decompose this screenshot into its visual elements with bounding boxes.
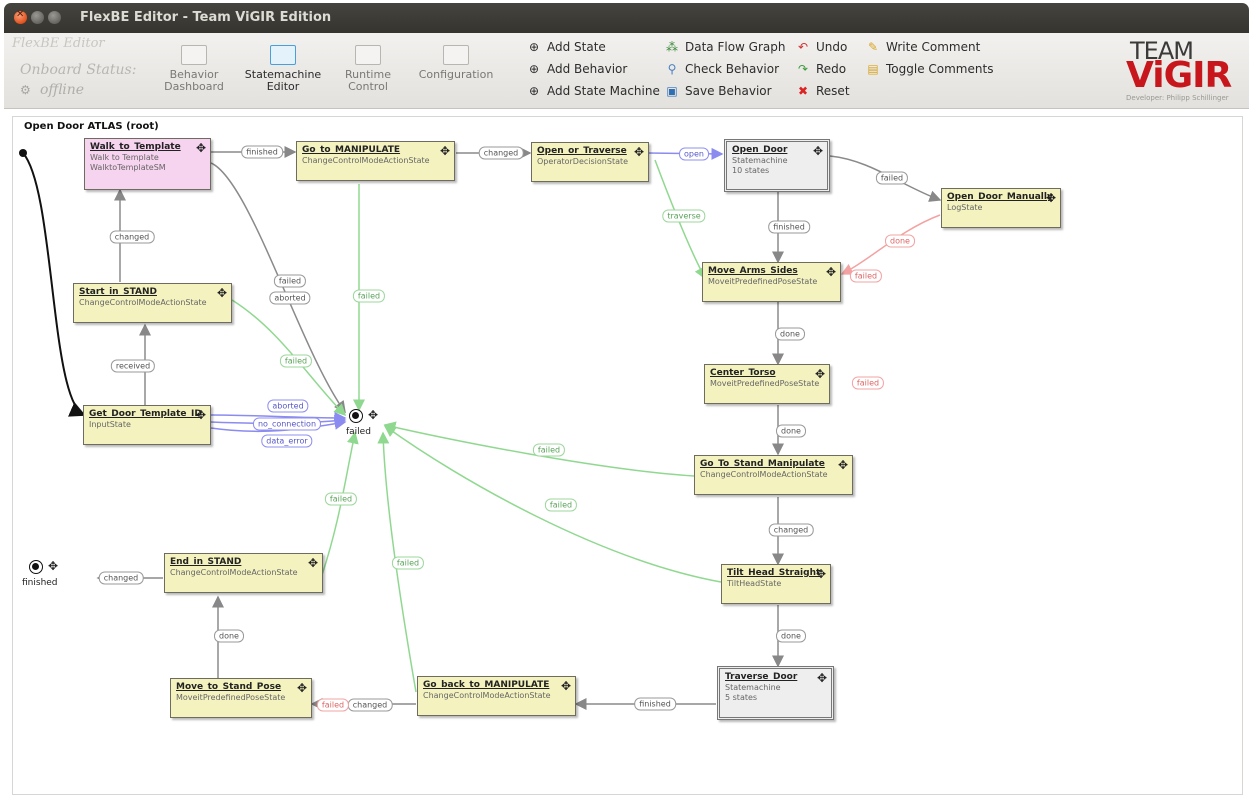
edge-label[interactable]: changed (347, 698, 393, 712)
state-get-door-template-id[interactable]: Get_Door_Template_ID InputState ✥ (83, 405, 211, 445)
outcome-failed-node[interactable] (349, 409, 363, 423)
move-icon[interactable]: ✥ (817, 671, 827, 685)
state-open-or-traverse[interactable]: Open_or_Traverse OperatorDecisionState ✥ (531, 142, 649, 182)
edge-label[interactable]: traverse (662, 209, 706, 223)
move-icon[interactable]: ✥ (196, 141, 206, 155)
state-walk-to-template[interactable]: Walk_to_Template Walk to Template Walkto… (84, 138, 211, 190)
state-open-door[interactable]: Open_Door Statemachine 10 states ✥ (724, 139, 830, 192)
edge-label[interactable]: changed (98, 571, 144, 585)
move-icon[interactable]: ✥ (48, 559, 58, 573)
edge-label[interactable]: failed (273, 274, 307, 288)
edge-label[interactable]: done (885, 234, 915, 248)
edge-label[interactable]: open (679, 147, 709, 161)
move-icon[interactable]: ✥ (634, 145, 644, 159)
edge-label[interactable]: data_error (261, 434, 313, 448)
move-icon[interactable]: ✥ (368, 408, 378, 422)
edge-label[interactable]: failed (544, 498, 578, 512)
edge-label[interactable]: changed (109, 230, 155, 244)
edge-label[interactable]: aborted (269, 291, 311, 305)
move-icon[interactable]: ✥ (217, 286, 227, 300)
move-icon[interactable]: ✥ (561, 679, 571, 693)
edge-label[interactable]: done (776, 424, 806, 438)
edge-label[interactable]: received (110, 359, 156, 373)
state-go-back-to-manipulate[interactable]: Go_back_to_MANIPULATE ChangeControlModeA… (417, 676, 576, 716)
state-tilt-head-straight[interactable]: Tilt_Head_Straight TiltHeadState ✥ (721, 564, 831, 604)
move-icon[interactable]: ✥ (816, 567, 826, 581)
edge-label[interactable]: failed (391, 556, 425, 570)
edge-label[interactable]: failed (279, 354, 313, 368)
edge-label[interactable]: failed (849, 269, 883, 283)
state-go-to-manipulate[interactable]: Go_to_MANIPULATE ChangeControlModeAction… (296, 141, 455, 181)
move-icon[interactable]: ✥ (308, 556, 318, 570)
state-start-in-stand[interactable]: Start_in_STAND ChangeControlModeActionSt… (73, 283, 232, 323)
move-icon[interactable]: ✥ (297, 681, 307, 695)
edge-label[interactable]: failed (316, 698, 350, 712)
move-icon[interactable]: ✥ (813, 144, 823, 158)
edge-label[interactable]: aborted (267, 399, 309, 413)
edge-label[interactable]: changed (768, 523, 814, 537)
edge-label[interactable]: failed (324, 492, 358, 506)
flexbe-window: FlexBE Editor - Team ViGIR Edition FlexB… (0, 0, 1253, 799)
outcome-failed-label: failed (346, 427, 371, 437)
move-icon[interactable]: ✥ (826, 265, 836, 279)
state-move-arms-sides[interactable]: Move_Arms_Sides MoveitPredefinedPoseStat… (702, 262, 841, 302)
state-go-to-stand-manipulate[interactable]: Go_To_Stand_Manipulate ChangeControlMode… (694, 455, 853, 495)
edge-label[interactable]: failed (532, 443, 566, 457)
state-end-in-stand[interactable]: End_in_STAND ChangeControlModeActionStat… (164, 553, 323, 593)
edge-label[interactable]: finished (768, 220, 810, 234)
edge-label[interactable]: done (214, 629, 244, 643)
state-center-torso[interactable]: Center_Torso MoveitPredefinedPoseState ✥ (704, 364, 830, 404)
edge-label[interactable]: changed (478, 146, 524, 160)
edge-label[interactable]: failed (875, 171, 909, 185)
outcome-finished-node[interactable] (29, 560, 43, 574)
outcome-finished-label: finished (22, 578, 58, 588)
move-icon[interactable]: ✥ (440, 144, 450, 158)
move-icon[interactable]: ✥ (1046, 191, 1056, 205)
move-icon[interactable]: ✥ (196, 408, 206, 422)
move-icon[interactable]: ✥ (838, 458, 848, 472)
state-move-to-stand-pose[interactable]: Move_to_Stand_Pose MoveitPredefinedPoseS… (170, 678, 312, 718)
state-open-door-manually[interactable]: Open_Door_Manually LogState ✥ (941, 188, 1061, 228)
edge-label[interactable]: done (775, 327, 805, 341)
edge-label[interactable]: finished (241, 145, 283, 159)
state-traverse-door[interactable]: Traverse_Door Statemachine 5 states ✥ (717, 666, 834, 720)
edge-label[interactable]: failed (851, 376, 885, 390)
edge-label[interactable]: finished (634, 697, 676, 711)
edge-label[interactable]: done (776, 629, 806, 643)
edge-label[interactable]: no_connection (252, 417, 322, 431)
edge-label[interactable]: failed (352, 289, 386, 303)
move-icon[interactable]: ✥ (815, 367, 825, 381)
